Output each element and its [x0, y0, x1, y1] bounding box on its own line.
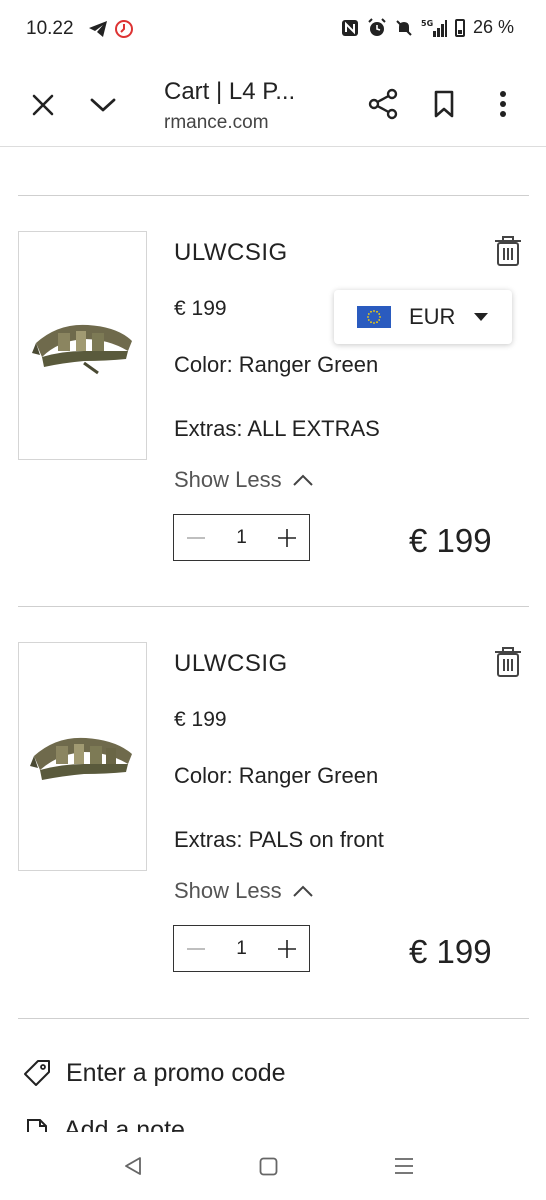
- caret-down-icon: [474, 313, 489, 321]
- increase-quantity-button[interactable]: [265, 515, 309, 560]
- more-menu-button[interactable]: [488, 84, 518, 124]
- product-color: Color: Ranger Green: [174, 352, 379, 377]
- minus-icon: [187, 536, 205, 539]
- quantity-stepper: 1: [173, 925, 310, 972]
- product-extras: Extras: PALS on front: [174, 827, 384, 852]
- chevron-down-icon: [90, 98, 116, 112]
- toolbar-divider: [0, 146, 546, 147]
- note-icon: [27, 1119, 47, 1132]
- share-icon: [368, 88, 398, 120]
- increase-quantity-button[interactable]: [265, 926, 309, 971]
- close-button[interactable]: [26, 88, 60, 122]
- decrease-quantity-button[interactable]: [174, 926, 218, 971]
- status-bar: 10.22 5G 26 %: [0, 0, 546, 62]
- section-divider: [18, 195, 529, 196]
- belt-image: [29, 737, 132, 780]
- section-divider: [18, 1018, 529, 1019]
- status-system-icons: 5G 26 %: [341, 17, 514, 38]
- show-less-label: Show Less: [174, 467, 282, 492]
- system-navigation-bar: [0, 1132, 546, 1200]
- show-less-toggle[interactable]: Show Less: [174, 878, 314, 904]
- remove-item-button[interactable]: [492, 234, 524, 268]
- section-divider: [18, 606, 529, 607]
- alarm-icon: [368, 17, 386, 36]
- page-title: Cart | L4 P...: [164, 78, 296, 105]
- remove-item-button[interactable]: [492, 645, 524, 679]
- status-time: 10.22: [26, 18, 74, 39]
- unit-price: € 199: [174, 708, 227, 731]
- recents-icon: [395, 1158, 413, 1174]
- decrease-quantity-button[interactable]: [174, 515, 218, 560]
- nav-home-button[interactable]: [259, 1157, 278, 1181]
- clock-alert-icon: [115, 20, 133, 38]
- bookmark-button[interactable]: [426, 84, 462, 124]
- battery-level: 26 %: [472, 17, 514, 37]
- nav-back-button[interactable]: [123, 1156, 143, 1181]
- quantity-value[interactable]: 1: [218, 527, 265, 549]
- line-total: € 199: [409, 933, 492, 970]
- product-extras: Extras: ALL EXTRAS: [174, 416, 380, 441]
- cart-item: ULWCSIG € 199 Color: Ranger Green Extras…: [0, 231, 546, 601]
- quantity-stepper: 1: [173, 514, 310, 561]
- chevron-up-icon: [292, 885, 313, 897]
- nfc-icon: [341, 19, 358, 36]
- back-triangle-icon: [125, 1157, 141, 1175]
- browser-toolbar: Cart | L4 P... rmance.com: [0, 62, 546, 146]
- currency-code: EUR: [409, 304, 456, 329]
- tag-icon: [24, 1060, 50, 1086]
- close-icon: [32, 94, 54, 116]
- plus-icon: [278, 939, 296, 958]
- cart-item: ULWCSIG € 199 Color: Ranger Green Extras…: [0, 642, 546, 1012]
- trash-icon: [495, 236, 521, 266]
- trash-icon: [495, 647, 521, 677]
- eu-flag-icon: [357, 306, 391, 328]
- unit-price: € 199: [174, 297, 227, 320]
- add-note-link[interactable]: Add a note: [26, 1118, 286, 1132]
- promo-code-label: Enter a promo code: [66, 1058, 286, 1087]
- line-total: € 199: [409, 522, 492, 559]
- add-note-label: Add a note: [64, 1118, 185, 1132]
- minimize-button[interactable]: [86, 88, 120, 122]
- plus-icon: [278, 528, 296, 547]
- promo-code-link[interactable]: Enter a promo code: [22, 1058, 286, 1088]
- signal-5g-icon: 5G: [421, 19, 447, 37]
- currency-selector[interactable]: EUR: [334, 290, 512, 344]
- home-square-icon: [259, 1157, 278, 1176]
- share-button[interactable]: [364, 84, 402, 124]
- nav-recents-button[interactable]: [394, 1156, 414, 1181]
- page-url: rmance.com: [164, 112, 269, 133]
- product-name[interactable]: ULWCSIG: [174, 239, 288, 267]
- quantity-value[interactable]: 1: [218, 938, 265, 960]
- show-less-label: Show Less: [174, 878, 282, 903]
- more-vertical-icon: [500, 91, 506, 117]
- minus-icon: [187, 947, 205, 950]
- svg-text:5G: 5G: [421, 19, 433, 28]
- battery-icon: [454, 18, 465, 37]
- bookmark-icon: [434, 90, 454, 118]
- product-image[interactable]: [18, 231, 147, 460]
- show-less-toggle[interactable]: Show Less: [174, 467, 314, 493]
- mute-icon: [396, 19, 412, 36]
- product-color: Color: Ranger Green: [174, 763, 379, 788]
- belt-image: [31, 324, 132, 374]
- product-image[interactable]: [18, 642, 147, 871]
- product-name[interactable]: ULWCSIG: [174, 650, 288, 678]
- telegram-icon: [89, 21, 107, 37]
- chevron-up-icon: [292, 474, 313, 486]
- status-notification-icons: [88, 19, 134, 39]
